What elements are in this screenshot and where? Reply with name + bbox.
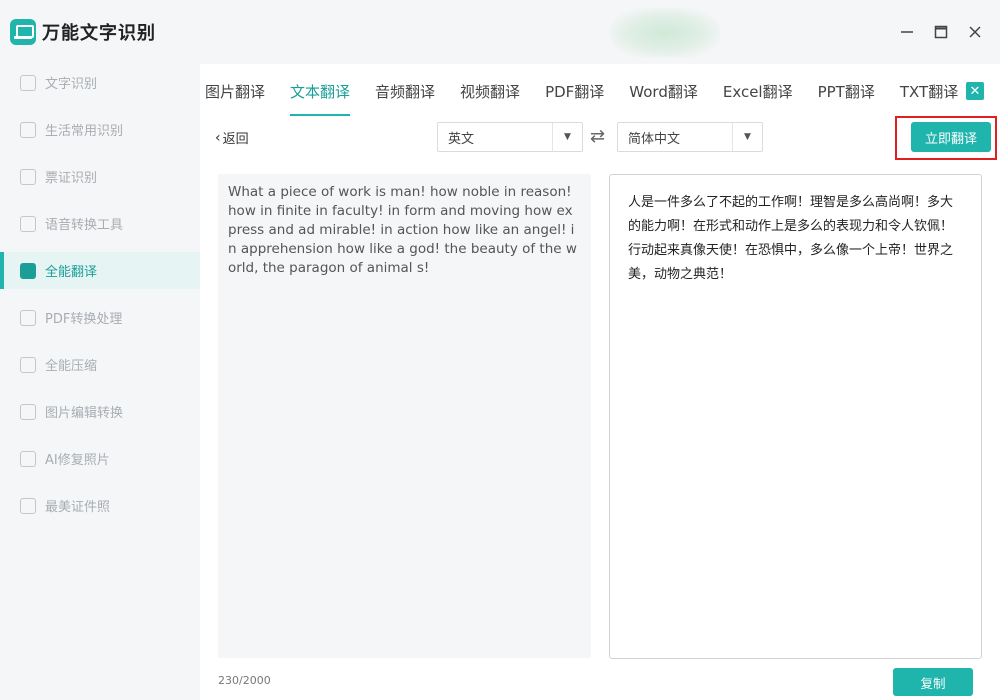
tab[interactable]: 文本翻译 bbox=[290, 81, 351, 116]
sidebar-item-label: 文字识别 bbox=[45, 77, 98, 92]
app-logo-icon bbox=[10, 19, 36, 45]
sidebar: 万能文字识别 文字识别生活常用识别 票证识别语音转换工具 全能翻译 PDF转换处理 全能… bbox=[0, 0, 200, 700]
sidebar-item-label: PDF转换处理 bbox=[45, 312, 123, 327]
char-counter: 230/2000 bbox=[218, 674, 271, 687]
sidebar-item-label: 生活常用识别 bbox=[45, 124, 124, 139]
pdf-icon bbox=[20, 309, 36, 326]
id-photo-icon bbox=[20, 497, 36, 514]
target-language-select[interactable]: 简体中文 ▼ bbox=[617, 122, 763, 152]
app-title: 万能文字识别 bbox=[42, 23, 156, 44]
sidebar-item-label: 最美证件照 bbox=[45, 500, 111, 515]
close-icon: ✕ bbox=[969, 83, 981, 99]
swap-languages-button[interactable]: ⇄ bbox=[590, 126, 605, 147]
sidebar-item[interactable]: 语音转换工具 bbox=[0, 205, 200, 242]
source-text-input[interactable]: What a piece of work is man! how noble i… bbox=[218, 174, 591, 658]
sidebar-item[interactable]: 最美证件照 bbox=[0, 487, 200, 524]
sidebar-item[interactable]: 全能翻译 bbox=[0, 252, 200, 289]
tab[interactable]: Excel翻译 bbox=[723, 81, 793, 116]
back-label: 返回 bbox=[222, 132, 249, 147]
tab[interactable]: 图片翻译 bbox=[205, 81, 265, 116]
sidebar-item[interactable]: AI修复照片 bbox=[0, 440, 200, 477]
ai-photo-icon bbox=[20, 450, 36, 467]
tab[interactable]: Word翻译 bbox=[629, 81, 698, 116]
tab[interactable]: 音频翻译 bbox=[375, 81, 435, 116]
back-button[interactable]: ‹ 返回 bbox=[215, 128, 249, 148]
chevron-down-icon: ▼ bbox=[732, 123, 762, 151]
translated-text-output[interactable]: 人是一件多么了不起的工作啊！理智是多么高尚啊！多大的能力啊！在形式和动作上是多么… bbox=[609, 174, 982, 659]
tab[interactable]: PDF翻译 bbox=[545, 81, 604, 116]
chevron-down-icon: ▼ bbox=[552, 123, 582, 151]
tab[interactable]: PPT翻译 bbox=[818, 81, 875, 116]
target-language-value: 简体中文 bbox=[628, 131, 681, 147]
translate-now-button[interactable]: 立即翻译 bbox=[911, 122, 991, 152]
chevron-left-icon: ‹ bbox=[215, 129, 221, 146]
sidebar-item-label: 全能翻译 bbox=[45, 265, 98, 280]
sidebar-item-label: 全能压缩 bbox=[45, 359, 98, 374]
sidebar-item[interactable]: 票证识别 bbox=[0, 158, 200, 195]
source-language-select[interactable]: 英文 ▼ bbox=[437, 122, 583, 152]
sidebar-item-label: 图片编辑转换 bbox=[45, 406, 124, 421]
translate-icon bbox=[20, 262, 36, 279]
sidebar-item[interactable]: PDF转换处理 bbox=[0, 299, 200, 336]
main-panel: 图片翻译 文本翻译 音频翻译 视频翻译 PDF翻译 Word翻译 Excel翻译 PPT翻译 T… bbox=[200, 64, 1000, 700]
minimize-button[interactable] bbox=[895, 20, 919, 44]
source-language-value: 英文 bbox=[448, 131, 475, 147]
sidebar-item-label: 票证识别 bbox=[45, 171, 98, 186]
sidebar-item[interactable]: 图片编辑转换 bbox=[0, 393, 200, 430]
copy-button[interactable]: 复制 bbox=[893, 668, 973, 696]
swap-icon: ⇄ bbox=[590, 126, 606, 147]
blurred-avatar bbox=[610, 8, 720, 58]
tab-close-button[interactable]: ✕ bbox=[966, 82, 984, 100]
voice-convert-icon bbox=[20, 215, 36, 232]
ticket-scan-icon bbox=[20, 168, 36, 185]
tab[interactable]: 视频翻译 bbox=[460, 81, 520, 116]
close-window-button[interactable] bbox=[963, 20, 987, 44]
sidebar-item[interactable]: 文字识别 bbox=[0, 64, 200, 101]
sidebar-item-label: AI修复照片 bbox=[45, 453, 110, 468]
app-header: 万能文字识别 bbox=[0, 0, 200, 64]
maximize-button[interactable] bbox=[929, 20, 953, 44]
compress-icon bbox=[20, 356, 36, 373]
sidebar-item[interactable]: 全能压缩 bbox=[0, 346, 200, 383]
minimize-icon bbox=[901, 31, 913, 33]
tab[interactable]: TXT翻译 bbox=[900, 81, 958, 116]
sidebar-nav: 文字识别生活常用识别 票证识别语音转换工具 全能翻译 PDF转换处理 全能压缩图片编辑转… bbox=[0, 64, 200, 524]
translate-tabs: 图片翻译 文本翻译 音频翻译 视频翻译 PDF翻译 Word翻译 Excel翻译 PPT翻译 T… bbox=[200, 64, 1000, 116]
toolbar: ‹ 返回 英文 ▼ ⇄ 简体中文 ▼ 立即翻译 bbox=[200, 116, 1000, 160]
close-icon bbox=[969, 26, 981, 38]
title-bar bbox=[200, 0, 1000, 64]
maximize-icon bbox=[934, 25, 948, 39]
scan-life-icon bbox=[20, 121, 36, 138]
sidebar-item[interactable]: 生活常用识别 bbox=[0, 111, 200, 148]
sidebar-item-label: 语音转换工具 bbox=[45, 218, 124, 233]
image-edit-icon bbox=[20, 403, 36, 420]
scan-text-icon bbox=[20, 74, 36, 91]
